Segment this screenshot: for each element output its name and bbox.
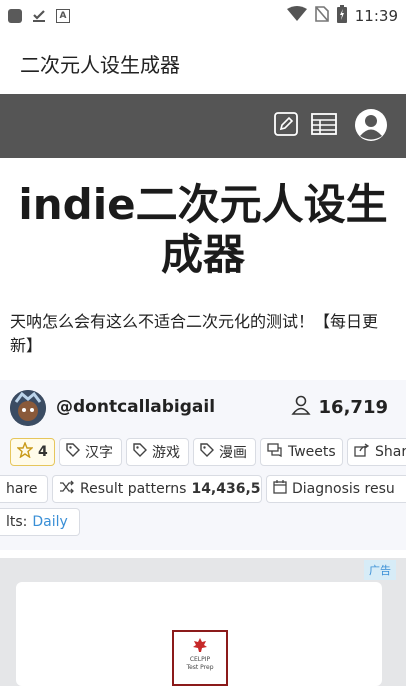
share-label-wrapped: hare [6, 481, 38, 497]
tag-label: 游戏 [152, 445, 180, 461]
status-time: 11:39 [354, 7, 398, 25]
tag-icon [200, 443, 214, 461]
diagnosis-results-chip-wrapped: lts: Daily [0, 508, 80, 536]
download-icon [32, 8, 46, 24]
patterns-label: Result patterns [80, 481, 187, 497]
star-icon [16, 441, 34, 462]
result-patterns-chip: Result patterns 14,436,576 [52, 475, 262, 503]
celpip-logo[interactable]: CELPIP Test Prep [172, 630, 228, 686]
app-title: 二次元人设生成器 [20, 52, 180, 77]
wifi-icon [286, 6, 307, 26]
tag-label: 漫画 [219, 445, 247, 461]
tweets-label: Tweets [288, 444, 336, 460]
follower-count: 16,719 [290, 395, 388, 419]
battery-charging-icon [336, 5, 347, 27]
share-button[interactable]: Share [347, 438, 406, 466]
diagnosis-results-chip: Diagnosis resu [266, 475, 406, 503]
tag-icon [133, 443, 147, 461]
share-button-wrapped[interactable]: hare [0, 475, 48, 503]
tag-chip[interactable]: 游戏 [126, 438, 189, 466]
status-bar: A 11:39 [0, 0, 406, 32]
no-sim-icon [314, 6, 329, 26]
share-icon [354, 443, 370, 461]
star-count: 4 [38, 444, 48, 460]
app-bar: 二次元人设生成器 [0, 32, 406, 94]
patterns-value: 14,436,576 [191, 481, 261, 497]
ad-label: 广告 [364, 560, 396, 580]
celpip-brand: CELPIP [189, 656, 211, 663]
results-prefix: lts: [6, 514, 28, 530]
page-title: indie二次元人设生成器 [18, 180, 388, 279]
tag-chip[interactable]: 漫画 [193, 438, 256, 466]
share-label: Share [375, 444, 406, 460]
star-button[interactable]: 4 [10, 438, 55, 466]
site-toolbar [0, 94, 406, 158]
table-icon[interactable] [311, 112, 337, 140]
author-handle[interactable]: @dontcallabigail [56, 397, 215, 417]
follower-count-value: 16,719 [318, 396, 388, 418]
user-icon [290, 395, 311, 419]
tweets-button[interactable]: Tweets [260, 438, 343, 466]
edit-icon[interactable] [274, 112, 298, 140]
diagnosis-label: Diagnosis resu [292, 481, 395, 497]
chat-icon [267, 443, 283, 461]
a-badge-icon: A [56, 9, 70, 23]
app-square-icon [8, 9, 22, 23]
results-daily-link[interactable]: Daily [32, 514, 67, 530]
author-avatar[interactable] [10, 390, 46, 426]
account-icon[interactable] [355, 109, 387, 145]
celpip-sub: Test Prep [186, 664, 214, 671]
shuffle-icon [59, 480, 75, 498]
tag-chip[interactable]: 汉字 [59, 438, 122, 466]
tag-label: 汉字 [85, 445, 113, 461]
calendar-icon [273, 480, 287, 498]
tag-icon [66, 443, 80, 461]
page-description: 天呐怎么会有这么不适合二次元化的测试！【每日更新】 [10, 312, 379, 355]
